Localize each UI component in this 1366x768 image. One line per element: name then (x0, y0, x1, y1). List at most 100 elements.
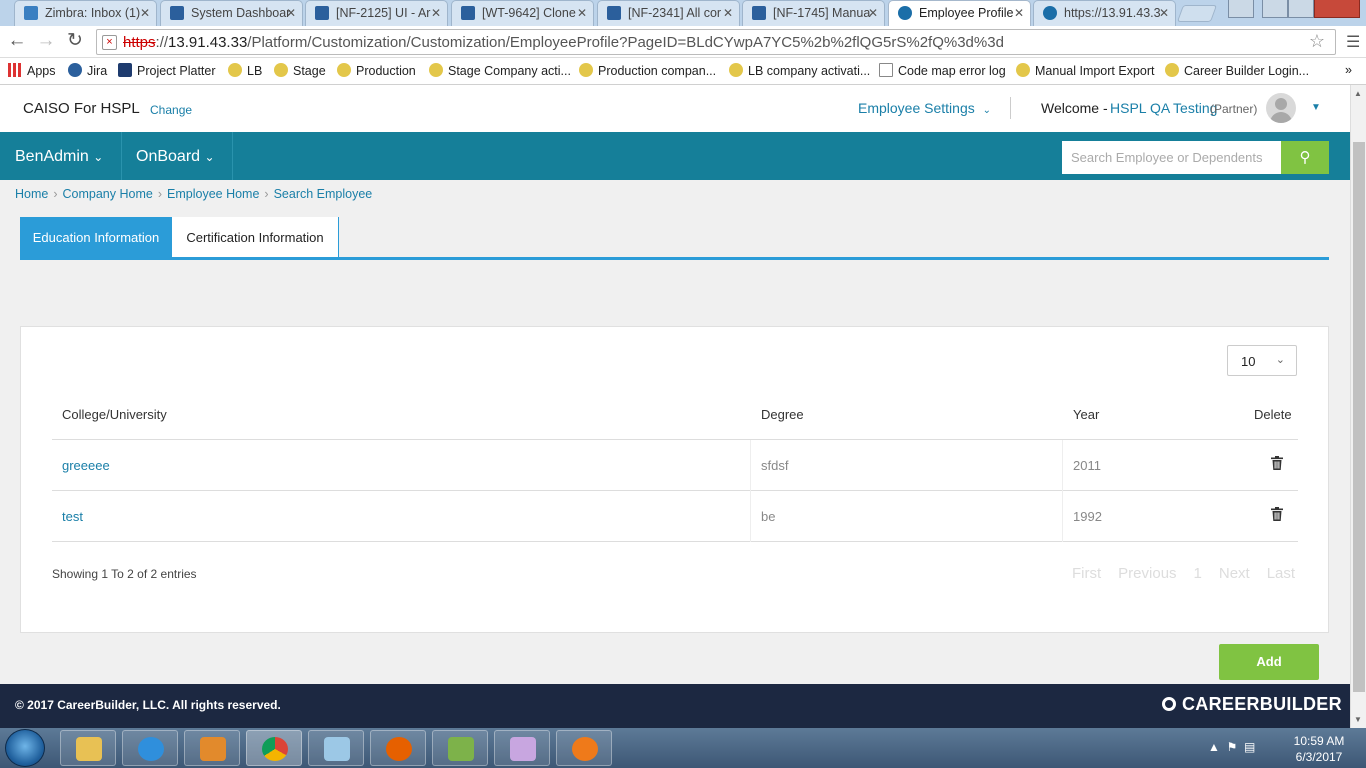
column-header-degree[interactable]: Degree (761, 407, 804, 422)
taskbar-clock[interactable]: 10:59 AM 6/3/2017 (1285, 733, 1353, 765)
nav-item-benadmin[interactable]: BenAdmin ⌄ (15, 132, 103, 180)
minimize-button[interactable] (1262, 0, 1288, 18)
page-viewport: CAISO For HSPL Change Employee Settings … (0, 85, 1350, 728)
employee-settings-label: Employee Settings (858, 100, 975, 116)
insecure-lock-icon[interactable]: × (102, 35, 117, 50)
flag-icon[interactable]: ⚑ (1227, 740, 1238, 754)
pagination: First Previous 1 Next Last (1072, 565, 1312, 582)
bookmark-jira[interactable]: Jira (68, 63, 107, 78)
breadcrumb-home[interactable]: Home (15, 187, 48, 201)
browser-tab[interactable]: https://13.91.43.3 ✕ (1033, 0, 1176, 26)
bookmark-stage-company[interactable]: Stage Company acti... (429, 63, 571, 78)
network-icon[interactable]: ▤ (1244, 740, 1255, 754)
firefox-taskbar-button[interactable] (370, 730, 426, 766)
globe-icon (1016, 63, 1030, 77)
close-icon[interactable]: ✕ (431, 6, 441, 20)
college-link[interactable]: greeeee (62, 458, 110, 473)
scrollbar-thumb[interactable] (1353, 142, 1365, 692)
column-header-year[interactable]: Year (1073, 407, 1099, 422)
close-icon[interactable]: ✕ (577, 6, 587, 20)
close-icon[interactable]: ✕ (1014, 6, 1024, 20)
paint-taskbar-button[interactable] (494, 730, 550, 766)
bookmark-lb-company[interactable]: LB company activati... (729, 63, 870, 78)
close-icon[interactable]: ✕ (140, 6, 150, 20)
pager-last[interactable]: Last (1267, 565, 1295, 582)
back-icon[interactable]: ← (5, 30, 29, 54)
column-header-college[interactable]: College/University (62, 407, 167, 422)
new-tab-button[interactable] (1176, 5, 1218, 22)
start-button[interactable] (5, 729, 45, 767)
calculator-taskbar-button[interactable] (432, 730, 488, 766)
breadcrumb-search-employee[interactable]: Search Employee (274, 187, 373, 201)
trash-icon[interactable] (1271, 507, 1283, 521)
scroll-up-icon[interactable]: ▲ (1354, 89, 1362, 98)
welcome-text: Welcome - (1041, 100, 1108, 116)
forward-icon[interactable]: → (34, 30, 58, 54)
media-player-taskbar-button[interactable] (184, 730, 240, 766)
tab-education-information[interactable]: Education Information (20, 217, 172, 257)
avatar[interactable] (1266, 93, 1296, 123)
search-button[interactable]: ⚲ (1281, 141, 1329, 174)
explorer-taskbar-button[interactable] (60, 730, 116, 766)
employee-search-input[interactable] (1062, 141, 1281, 174)
employee-settings-menu[interactable]: Employee Settings ⌄ (858, 100, 991, 116)
bookmark-lb[interactable]: LB (228, 63, 262, 78)
trash-icon[interactable] (1271, 456, 1283, 470)
bookmark-production[interactable]: Production (337, 63, 416, 78)
window-close-button[interactable] (1314, 0, 1360, 18)
url-input[interactable]: × https://13.91.43.33/Platform/Customiza… (96, 29, 1336, 55)
pager-page-1[interactable]: 1 (1194, 565, 1202, 582)
bookmark-production-company[interactable]: Production compan... (579, 63, 716, 78)
college-link[interactable]: test (62, 509, 83, 524)
close-icon[interactable]: ✕ (286, 6, 296, 20)
bookmark-stage[interactable]: Stage (274, 63, 326, 78)
browser-tab-title: [NF-2341] All cor (628, 6, 722, 20)
browser-menu-icon[interactable]: ☰ (1346, 32, 1360, 52)
change-company-link[interactable]: Change (150, 103, 192, 117)
notepad-taskbar-button[interactable] (308, 730, 364, 766)
maximize-button[interactable] (1288, 0, 1314, 18)
page-size-select[interactable]: 10 ⌄ (1227, 345, 1297, 376)
bookmark-project-platter[interactable]: Project Platter (118, 63, 216, 78)
pager-first[interactable]: First (1072, 565, 1101, 582)
add-button[interactable]: Add (1219, 644, 1319, 680)
page-icon (1043, 6, 1057, 20)
page-scrollbar[interactable]: ▲ ▼ (1350, 85, 1366, 728)
browser-tab[interactable]: [NF-2341] All cor ✕ (597, 0, 740, 26)
user-profile-button[interactable] (1228, 0, 1254, 18)
user-name-link[interactable]: HSPL QA Testing (1110, 100, 1217, 116)
browser-tab[interactable]: System Dashboar ✕ (160, 0, 303, 26)
breadcrumb-company-home[interactable]: Company Home (63, 187, 153, 201)
scroll-down-icon[interactable]: ▼ (1354, 715, 1362, 724)
browser-tab[interactable]: Zimbra: Inbox (1) ✕ (14, 0, 157, 26)
caret-down-icon[interactable]: ▼ (1311, 102, 1321, 113)
tab-certification-information[interactable]: Certification Information (172, 217, 339, 257)
avatar-body (1270, 112, 1292, 123)
bookmark-career-builder[interactable]: Career Builder Login... (1165, 63, 1309, 78)
bookmark-label: Stage (293, 64, 326, 78)
breadcrumb-employee-home[interactable]: Employee Home (167, 187, 259, 201)
ie-taskbar-button[interactable] (122, 730, 178, 766)
bookmark-manual-import[interactable]: Manual Import Export (1016, 63, 1155, 78)
system-tray[interactable]: ▲ ⚑ ▤ (1208, 740, 1255, 754)
browser-tab-active[interactable]: Employee Profile ✕ (888, 0, 1031, 26)
bookmark-star-icon[interactable]: ☆ (1309, 31, 1325, 52)
nav-item-onboard[interactable]: OnBoard ⌄ (136, 132, 215, 180)
reload-icon[interactable]: ↻ (63, 30, 87, 54)
close-icon[interactable]: ✕ (868, 6, 878, 20)
main-nav: BenAdmin ⌄ OnBoard ⌄ ⚲ (0, 132, 1350, 180)
bookmarks-overflow-icon[interactable]: » (1345, 63, 1352, 77)
bookmark-code-map[interactable]: Code map error log (879, 63, 1006, 78)
chrome-taskbar-button[interactable] (246, 730, 302, 766)
browser-tab[interactable]: [NF-1745] Manua ✕ (742, 0, 885, 26)
browser-tab[interactable]: [WT-9642] Clone ✕ (451, 0, 594, 26)
close-icon[interactable]: ✕ (1159, 6, 1169, 20)
app-taskbar-button[interactable] (556, 730, 612, 766)
bookmark-apps[interactable]: Apps (8, 63, 56, 78)
app-header: CAISO For HSPL Change Employee Settings … (0, 85, 1350, 132)
close-icon[interactable]: ✕ (723, 6, 733, 20)
pager-next[interactable]: Next (1219, 565, 1250, 582)
browser-tab[interactable]: [NF-2125] UI - Ar ✕ (305, 0, 448, 26)
pager-previous[interactable]: Previous (1118, 565, 1176, 582)
tray-arrow-icon[interactable]: ▲ (1208, 740, 1220, 754)
